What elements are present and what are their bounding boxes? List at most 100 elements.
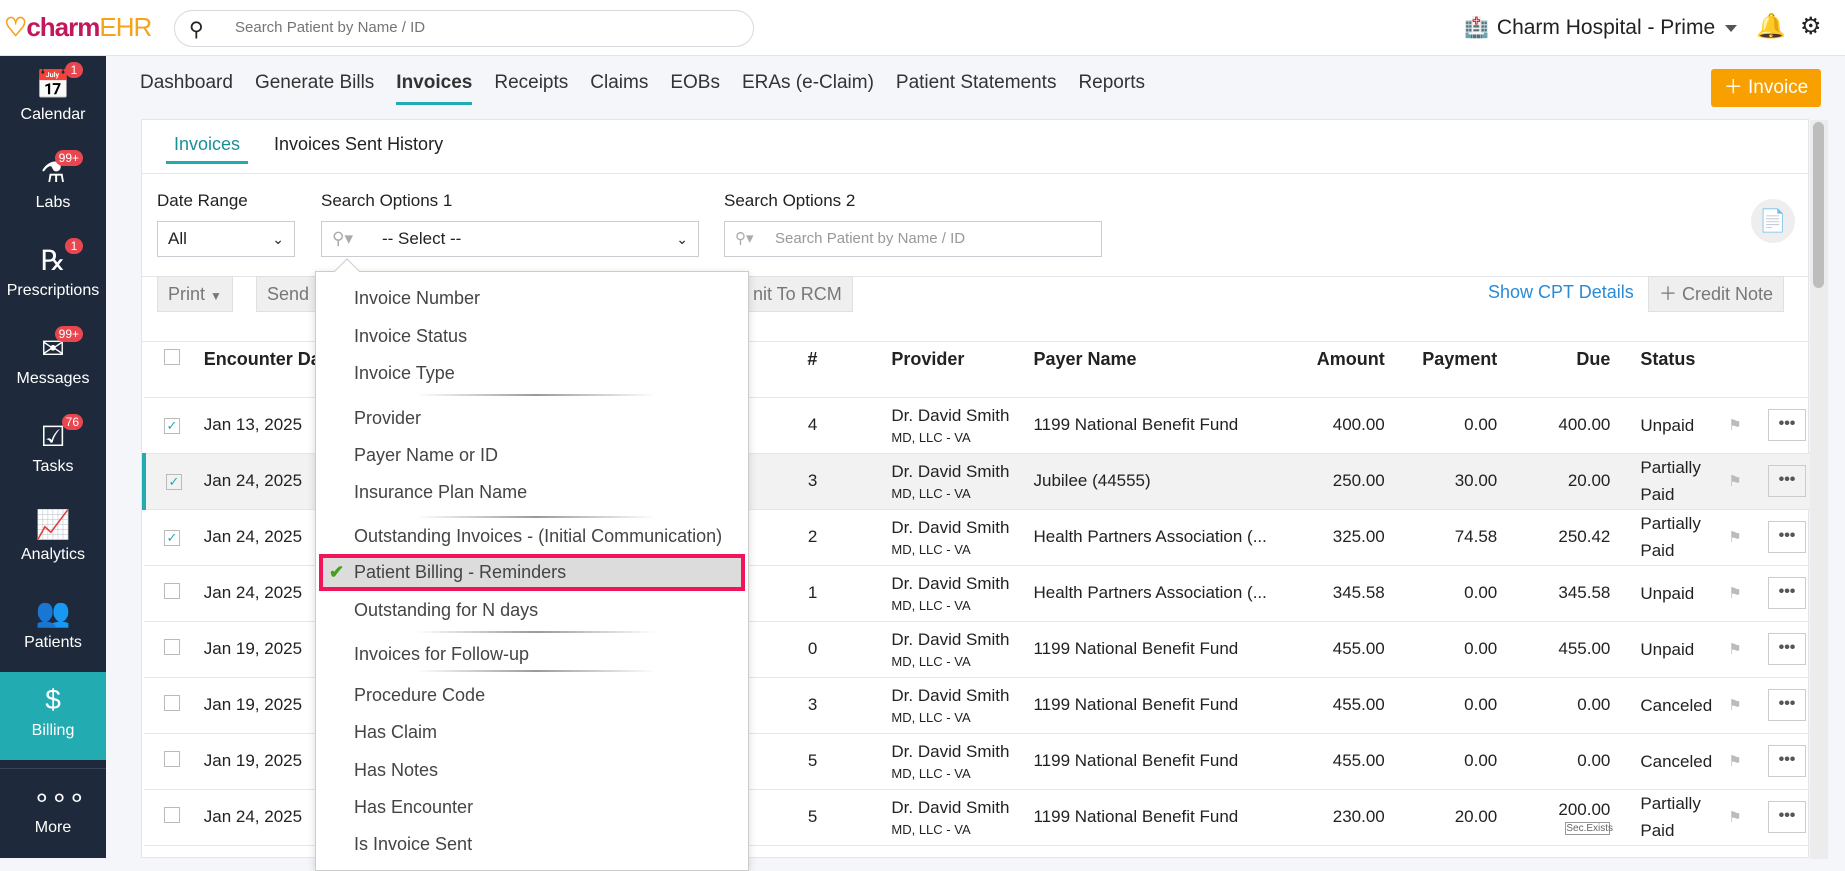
flag-icon[interactable]: ⚑ — [1728, 585, 1741, 602]
option-is-invoice-sent[interactable]: Is Invoice Sent — [316, 826, 748, 863]
sidebar-item-label: Prescriptions — [6, 282, 100, 299]
row-checkbox[interactable]: ✓ — [166, 474, 182, 490]
patient-search-input[interactable] — [235, 19, 735, 36]
nav-receipts[interactable]: Receipts — [494, 72, 568, 102]
submit-to-rcm-button[interactable]: nit To RCM — [732, 276, 853, 312]
row-checkbox[interactable] — [164, 694, 180, 711]
col-payment[interactable]: Payment — [1388, 323, 1502, 398]
flag-icon[interactable]: ⚑ — [1728, 753, 1741, 770]
option-outstanding-for-n-days[interactable]: Outstanding for N days — [316, 592, 748, 629]
flag-icon[interactable]: ⚑ — [1728, 697, 1741, 714]
col-payer-name[interactable]: Payer Name — [1013, 323, 1313, 398]
scrollbar[interactable] — [1810, 120, 1828, 859]
option-has-encounter[interactable]: Has Encounter — [316, 789, 748, 826]
provider-name: Dr. David Smith — [891, 517, 1010, 537]
more-actions-button[interactable]: ••• — [1768, 745, 1806, 777]
sidebar-item-labs[interactable]: ⚗ 99+ Labs — [0, 144, 106, 232]
sidebar-item-messages[interactable]: ✉ 99+ Messages — [0, 320, 106, 408]
flag-icon[interactable]: ⚑ — [1728, 809, 1741, 826]
option-invoice-number[interactable]: Invoice Number — [316, 280, 748, 317]
more-actions-button[interactable]: ••• — [1768, 633, 1806, 665]
sidebar-item-label: Analytics — [20, 546, 86, 563]
amount: 230.00 — [1312, 789, 1389, 846]
more-actions-button[interactable]: ••• — [1768, 577, 1806, 609]
payment: 20.00 — [1388, 789, 1502, 846]
select-all-checkbox[interactable] — [164, 349, 180, 366]
amount: 400.00 — [1312, 397, 1389, 454]
divider — [416, 516, 656, 518]
search-options-1-select[interactable]: ⚲▾ -- Select -- ⌄ — [321, 221, 699, 257]
nav-reports[interactable]: Reports — [1078, 72, 1145, 102]
nav-dashboard[interactable]: Dashboard — [140, 72, 233, 102]
col-due[interactable]: Due — [1501, 323, 1615, 398]
flag-icon[interactable]: ⚑ — [1728, 473, 1741, 490]
tab-invoices-sent-history[interactable]: Invoices Sent History — [274, 134, 443, 155]
sidebar-item-prescriptions[interactable]: ℞ 1 Prescriptions — [0, 232, 106, 320]
nav-generate-bills[interactable]: Generate Bills — [255, 72, 374, 102]
sidebar-item-calendar[interactable]: 📅 1 Calendar — [0, 56, 106, 144]
option-has-notes[interactable]: Has Notes — [316, 752, 748, 789]
option-provider[interactable]: Provider — [316, 400, 748, 437]
more-actions-button[interactable]: ••• — [1768, 521, 1806, 553]
provider-name: Dr. David Smith — [891, 629, 1010, 649]
more-actions-button[interactable]: ••• — [1768, 689, 1806, 721]
charmehr-logo[interactable]: ♡charmEHR — [4, 12, 152, 43]
nav-patient-statements[interactable]: Patient Statements — [896, 72, 1057, 102]
option-procedure-code[interactable]: Procedure Code — [316, 677, 748, 714]
status: Partially Paid — [1614, 509, 1725, 566]
row-checkbox[interactable] — [164, 806, 180, 823]
more-actions-button[interactable]: ••• — [1768, 801, 1806, 833]
option-payer-name-or-id[interactable]: Payer Name or ID — [316, 437, 748, 474]
nav-eobs[interactable]: EOBs — [670, 72, 720, 102]
due: 0.00 — [1577, 751, 1611, 770]
row-checkbox[interactable]: ✓ — [164, 418, 180, 434]
sidebar-item-label: Patients — [24, 634, 82, 651]
scrollbar-thumb[interactable] — [1813, 122, 1824, 288]
more-actions-button[interactable]: ••• — [1768, 465, 1806, 497]
more-actions-button[interactable]: ••• — [1768, 409, 1806, 441]
nav-eras-e-claim-[interactable]: ERAs (e-Claim) — [742, 72, 874, 102]
sidebar-item-label: More — [34, 819, 72, 836]
provider-suffix: MD, LLC - VA — [891, 765, 971, 781]
bell-icon[interactable]: 🔔 — [1756, 12, 1786, 41]
global-patient-search[interactable]: ⚲ — [174, 10, 754, 47]
tab-invoices[interactable]: Invoices — [166, 134, 249, 164]
nav-invoices[interactable]: Invoices — [396, 72, 473, 105]
sidebar-item-patients[interactable]: 👥 Patients — [0, 584, 106, 672]
search-options-2-input[interactable]: ⚲▾ Search Patient by Name / ID — [724, 221, 1102, 257]
row-checkbox[interactable] — [164, 582, 180, 599]
option-has-claim[interactable]: Has Claim — [316, 714, 748, 751]
sidebar-item-analytics[interactable]: 📈 Analytics — [0, 496, 106, 584]
option-patient-billing-reminders[interactable]: ✔ Patient Billing - Reminders — [319, 554, 745, 591]
add-invoice-button[interactable]: ＋ Invoice — [1711, 69, 1821, 107]
facility-selector[interactable]: 🏥 Charm Hospital - Prime — [1464, 15, 1738, 40]
sidebar-item-more[interactable]: ∘∘∘ More — [0, 768, 106, 856]
view-document-icon[interactable]: 📄 — [1751, 199, 1795, 243]
show-cpt-details-link[interactable]: Show CPT Details — [1488, 282, 1634, 303]
row-checkbox[interactable]: ✓ — [164, 530, 180, 546]
option-invoice-status[interactable]: Invoice Status — [316, 318, 748, 355]
option-invoices-for-follow-up[interactable]: Invoices for Follow-up — [316, 636, 748, 673]
col-amount[interactable]: Amount — [1312, 323, 1389, 398]
sidebar-item-label: Billing — [31, 722, 75, 739]
flag-icon[interactable]: ⚑ — [1728, 641, 1741, 658]
flag-icon[interactable]: ⚑ — [1728, 417, 1741, 434]
sidebar-item-label: Labs — [35, 194, 71, 211]
row-checkbox[interactable] — [164, 638, 180, 655]
col-provider[interactable]: Provider — [821, 323, 1014, 398]
nav-claims[interactable]: Claims — [590, 72, 648, 102]
option-insurance-plan-name[interactable]: Insurance Plan Name — [316, 474, 748, 511]
col-status[interactable]: Status — [1614, 323, 1725, 398]
option-invoice-type[interactable]: Invoice Type — [316, 355, 748, 392]
search-icon[interactable]: ⚲ — [189, 17, 204, 42]
credit-note-button[interactable]: ＋ Credit Note — [1648, 276, 1785, 312]
print-button[interactable]: Print ▼ — [157, 276, 233, 312]
flag-icon[interactable]: ⚑ — [1728, 529, 1741, 546]
sidebar-item-label: Calendar — [20, 106, 86, 123]
gear-icon[interactable]: ⚙ — [1800, 12, 1822, 41]
sidebar-item-billing[interactable]: $ Billing — [0, 672, 106, 760]
row-checkbox[interactable] — [164, 750, 180, 767]
date-range-select[interactable]: All ⌄ — [157, 221, 295, 257]
option-outstanding-invoices-initial-communication[interactable]: Outstanding Invoices - (Initial Communic… — [316, 518, 748, 555]
sidebar-item-tasks[interactable]: ☑ 76 Tasks — [0, 408, 106, 496]
